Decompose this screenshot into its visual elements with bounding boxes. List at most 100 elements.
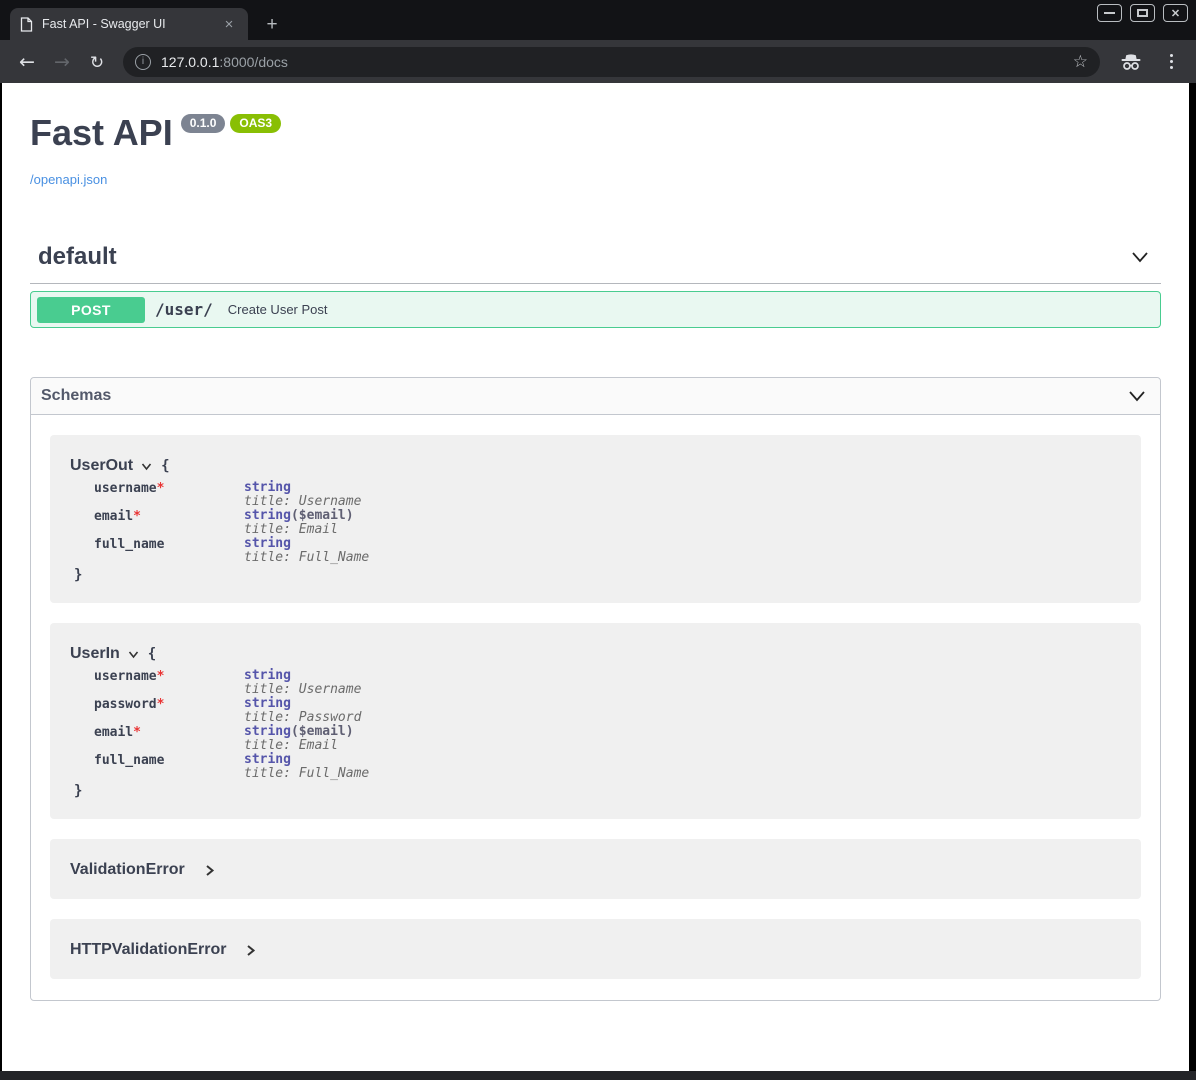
model-userout: UserOut{username*stringtitle: Usernameem… (50, 435, 1141, 603)
api-info: Fast API 0.1.0OAS3 /openapi.json (30, 83, 1161, 187)
model-userin: UserIn{username*stringtitle: Usernamepas… (50, 623, 1141, 819)
property-row: email*string($email)title: Email (94, 725, 1121, 753)
chevron-right-icon (244, 944, 257, 957)
property-type-line: string($email) (244, 509, 354, 523)
model-name: HTTPValidationError (70, 941, 226, 959)
url-text: 127.0.0.1:8000/docs (161, 54, 288, 70)
property-value: stringtitle: Full_Name (244, 537, 369, 565)
site-info-icon[interactable] (135, 54, 151, 70)
model-name: UserOut (70, 457, 133, 475)
model-toggle-validationerror[interactable]: ValidationError (70, 861, 1121, 879)
property-type: string (244, 724, 291, 739)
property-title: title: Email (244, 739, 354, 753)
property-row: username*stringtitle: Username (94, 481, 1121, 509)
model-name: ValidationError (70, 861, 185, 879)
property-value: stringtitle: Username (244, 669, 361, 697)
property-name: email* (94, 725, 244, 753)
forward-button[interactable] (47, 51, 77, 73)
chevron-down-icon (140, 460, 153, 473)
tab-strip: Fast API - Swagger UI (0, 0, 1196, 40)
model-properties: username*stringtitle: Usernameemail*stri… (94, 481, 1121, 565)
property-type-line: string (244, 669, 361, 683)
property-row: username*stringtitle: Username (94, 669, 1121, 697)
property-type: string (244, 480, 291, 495)
model-toggle-httpvalidationerror[interactable]: HTTPValidationError (70, 941, 1121, 959)
property-name: username* (94, 481, 244, 509)
swagger-page: Fast API 0.1.0OAS3 /openapi.json default … (2, 83, 1189, 1071)
required-star: * (133, 509, 141, 524)
tag-header-row[interactable]: default (30, 243, 1161, 284)
property-row: email*string($email)title: Email (94, 509, 1121, 537)
schemas-title: Schemas (41, 387, 111, 405)
close-brace: } (74, 567, 1121, 583)
property-type: string (244, 752, 291, 767)
property-value: stringtitle: Full_Name (244, 753, 369, 781)
tab-close-icon[interactable] (220, 15, 238, 33)
op-summary: Create User Post (228, 302, 328, 317)
property-format: ($email) (291, 508, 354, 523)
property-type-line: string (244, 753, 369, 767)
url-host: 127.0.0.1 (161, 54, 219, 70)
model-toggle-userin[interactable]: UserIn { (70, 645, 1121, 663)
property-title: title: Username (244, 683, 361, 697)
schemas-section: Schemas UserOut{username*stringtitle: Us… (30, 377, 1161, 1001)
chevron-down-icon[interactable] (1126, 388, 1148, 404)
property-name: password* (94, 697, 244, 725)
api-title: Fast API (30, 111, 173, 155)
window-close-button[interactable] (1163, 4, 1188, 22)
window-controls (1097, 4, 1188, 22)
property-type-line: string (244, 697, 361, 711)
tab-title: Fast API - Swagger UI (42, 17, 220, 31)
model-toggle-userout[interactable]: UserOut{ (70, 457, 1121, 475)
post-method-button[interactable]: POST (37, 297, 145, 323)
address-bar[interactable]: 127.0.0.1:8000/docs (123, 47, 1100, 77)
property-type: string (244, 668, 291, 683)
property-name: full_name (94, 537, 244, 565)
chevron-down-icon[interactable] (1129, 249, 1151, 265)
reload-button[interactable] (82, 51, 112, 73)
bookmark-star-icon[interactable] (1073, 52, 1088, 72)
property-value: stringtitle: Username (244, 481, 361, 509)
model-name: UserIn (70, 645, 120, 663)
op-path: /user/ (155, 300, 213, 319)
tag-name: default (38, 243, 117, 271)
property-value: stringtitle: Password (244, 697, 361, 725)
incognito-icon (1118, 53, 1144, 71)
browser-tab[interactable]: Fast API - Swagger UI (10, 8, 248, 40)
property-type: string (244, 508, 291, 523)
window-bottom-edge (0, 1071, 1196, 1080)
property-type-line: string (244, 537, 369, 551)
property-type: string (244, 536, 291, 551)
property-value: string($email)title: Email (244, 725, 354, 753)
browser-toolbar: 127.0.0.1:8000/docs (0, 40, 1196, 83)
property-name: full_name (94, 753, 244, 781)
browser-menu-icon[interactable] (1158, 54, 1184, 69)
schemas-header-row[interactable]: Schemas (31, 378, 1160, 415)
required-star: * (157, 669, 165, 684)
version-badge: 0.1.0 (181, 114, 226, 133)
property-row: full_namestringtitle: Full_Name (94, 537, 1121, 565)
open-brace: { (148, 646, 156, 662)
property-value: string($email)title: Email (244, 509, 354, 537)
property-name: username* (94, 669, 244, 697)
opblock-post-user[interactable]: POST /user/ Create User Post (30, 291, 1161, 328)
property-title: title: Username (244, 495, 361, 509)
model-httpvalidationerror: HTTPValidationError (50, 919, 1141, 979)
url-path: :8000/docs (219, 54, 288, 70)
property-row: full_namestringtitle: Full_Name (94, 753, 1121, 781)
oas3-badge: OAS3 (230, 114, 281, 133)
new-tab-button[interactable] (260, 13, 284, 37)
required-star: * (133, 725, 141, 740)
back-button[interactable] (12, 51, 42, 73)
required-star: * (157, 481, 165, 496)
models-list: UserOut{username*stringtitle: Usernameem… (31, 415, 1160, 1000)
close-brace: } (74, 783, 1121, 799)
window-maximize-button[interactable] (1130, 4, 1155, 22)
openapi-spec-link[interactable]: /openapi.json (30, 172, 1161, 187)
required-star: * (157, 697, 165, 712)
model-validationerror: ValidationError (50, 839, 1141, 899)
property-title: title: Full_Name (244, 767, 369, 781)
chevron-right-icon (203, 864, 216, 877)
window-minimize-button[interactable] (1097, 4, 1122, 22)
tag-section-default: default POST /user/ Create User Post (30, 243, 1161, 328)
